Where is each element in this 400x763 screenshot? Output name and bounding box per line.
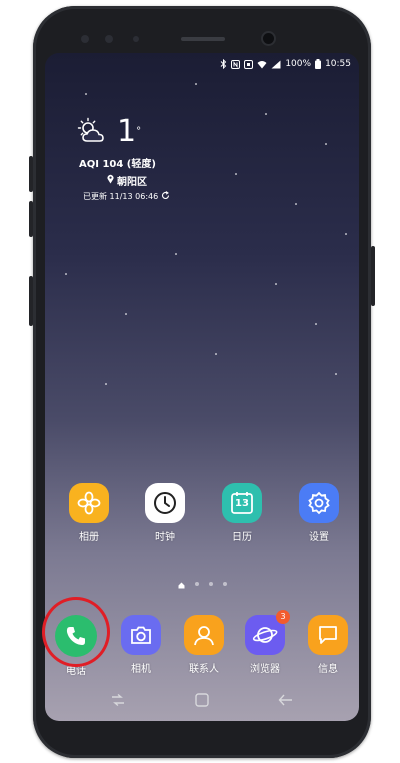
wallpaper-star [105, 383, 107, 385]
front-camera [263, 33, 274, 44]
app-label: 时钟 [155, 532, 175, 543]
top-bezel [33, 6, 371, 56]
location-name: 朝阳区 [117, 177, 147, 188]
app-label: 设置 [309, 532, 329, 543]
wallpaper-star [215, 353, 217, 355]
refresh-icon[interactable] [161, 191, 170, 202]
wallpaper-star [235, 173, 237, 175]
wallpaper-star [195, 83, 197, 85]
wallpaper-star [345, 233, 347, 235]
page-dot [208, 581, 213, 586]
wallpaper-star [265, 113, 267, 115]
signal-icon [271, 60, 281, 69]
wallpaper-star [295, 203, 297, 205]
page-indicator[interactable] [45, 574, 359, 593]
wallpaper-star [65, 273, 67, 275]
app-calendar[interactable]: 13 日历 [212, 483, 272, 543]
app-label: 日历 [232, 532, 252, 543]
back-icon[interactable] [278, 692, 294, 711]
weather-main-row: 1° [75, 117, 170, 149]
location-pin-icon [107, 174, 114, 187]
app-messages[interactable]: 信息 [298, 615, 358, 675]
app-contacts[interactable]: 联系人 [174, 615, 234, 675]
screen-mirror-icon [244, 59, 254, 69]
front-sensor [105, 35, 113, 43]
app-clock[interactable]: 时钟 [135, 483, 195, 543]
battery-icon [315, 59, 322, 69]
sun-cloud-icon [75, 117, 111, 149]
bluetooth-icon [220, 59, 227, 69]
highlight-circle [42, 597, 110, 667]
page-dot [194, 581, 199, 586]
gear-icon [299, 483, 339, 523]
wallpaper-star [125, 313, 127, 315]
app-gallery[interactable]: 相册 [59, 483, 119, 543]
iris-sensor [81, 35, 89, 43]
app-label: 信息 [318, 664, 338, 675]
volume-up-button [29, 156, 33, 192]
wallpaper-star [335, 373, 337, 375]
wallpaper-star [325, 143, 327, 145]
bixby-button [29, 276, 33, 326]
calendar-day: 13 [235, 498, 249, 509]
location-row: 朝阳区 [107, 173, 170, 188]
proximity-sensor [133, 36, 139, 42]
wallpaper-star [85, 93, 87, 95]
contact-icon [184, 615, 224, 655]
gallery-flower-icon [69, 483, 109, 523]
aqi-label: AQI 104 (轻度) [79, 159, 156, 170]
wallpaper-star [315, 323, 317, 325]
update-time: 已更新 11/13 06:46 [83, 192, 159, 201]
wifi-icon [257, 60, 267, 69]
home-page-icon [178, 574, 185, 593]
app-label: 浏览器 [250, 664, 280, 675]
message-icon [308, 615, 348, 655]
app-label: 相册 [79, 532, 99, 543]
app-label: 相机 [131, 664, 151, 675]
battery-percent: 100% [285, 59, 312, 69]
nfc-icon [231, 59, 241, 69]
update-row: 已更新 11/13 06:46 [83, 191, 170, 202]
recent-apps-icon[interactable] [110, 692, 126, 711]
navigation-bar [45, 681, 359, 721]
app-settings[interactable]: 设置 [289, 483, 349, 543]
calendar-icon: 13 [222, 483, 262, 523]
home-icon[interactable] [195, 692, 209, 711]
camera-icon [121, 615, 161, 655]
volume-down-button [29, 201, 33, 237]
clock-time: 10:55 [325, 59, 351, 69]
earpiece-speaker [181, 37, 225, 41]
notification-badge: 3 [276, 610, 290, 624]
status-bar: 100% 10:55 [220, 57, 351, 71]
power-button [371, 246, 375, 306]
browser-planet-icon: 3 [245, 610, 290, 655]
wallpaper-star [275, 283, 277, 285]
app-browser[interactable]: 3 浏览器 [235, 610, 295, 675]
wallpaper-star [175, 253, 177, 255]
app-camera[interactable]: 相机 [111, 615, 171, 675]
clock-icon [145, 483, 185, 523]
page-dot [222, 581, 227, 586]
app-label: 联系人 [189, 664, 219, 675]
weather-widget[interactable]: 1° AQI 104 (轻度) 朝阳区 已更新 11/13 06:46 [75, 117, 170, 202]
temperature: 1° [117, 114, 142, 149]
